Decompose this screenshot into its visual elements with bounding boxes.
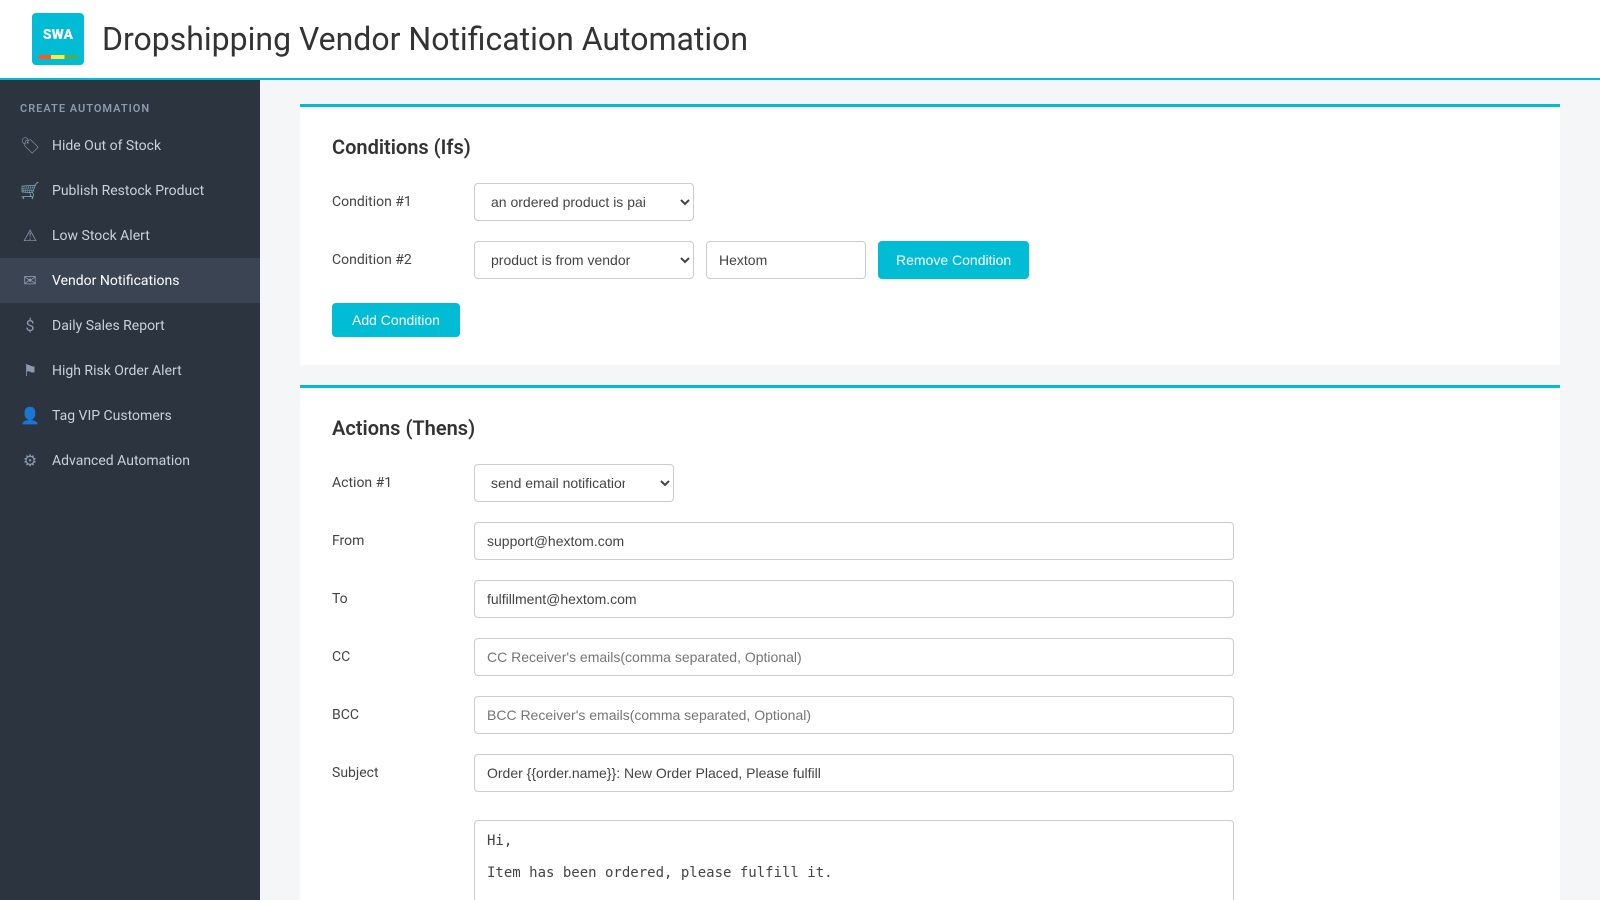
from-label: From [332,533,462,549]
subject-label: Subject [332,765,462,781]
sidebar-item-low-stock-alert[interactable]: ⚠ Low Stock Alert [0,213,260,258]
condition-2-row: Condition #2 product is from vendor prod… [332,241,1528,279]
cc-label: CC [332,649,462,665]
sidebar: CREATE AUTOMATION 🏷 Hide Out of Stock 🛒 … [0,80,260,900]
to-input[interactable] [474,580,1234,618]
action-1-select[interactable]: send email notification send SMS notific… [474,464,674,502]
logo-text: SWA [43,28,73,42]
condition-2-select[interactable]: product is from vendor product tag conta… [474,241,694,279]
sidebar-item-high-risk-order-alert[interactable]: ⚑ High Risk Order Alert [0,348,260,393]
condition-1-row: Condition #1 an ordered product is paid … [332,183,1528,221]
from-input[interactable] [474,522,1234,560]
conditions-title: Conditions (Ifs) [332,135,1528,159]
sidebar-item-label: Advanced Automation [52,453,190,469]
subject-row: Subject [332,754,1528,792]
bcc-row: BCC [332,696,1528,734]
sidebar-item-vendor-notifications[interactable]: ✉ Vendor Notifications [0,258,260,303]
to-row: To [332,580,1528,618]
sidebar-item-publish-restock[interactable]: 🛒 Publish Restock Product [0,168,260,213]
condition-1-label: Condition #1 [332,194,462,210]
vendor-input[interactable] [706,241,866,279]
body-textarea[interactable] [474,820,1234,900]
from-row: From [332,522,1528,560]
sidebar-item-daily-sales-report[interactable]: $ Daily Sales Report [0,303,260,348]
header: SWA Dropshipping Vendor Notification Aut… [0,0,1600,80]
sidebar-item-tag-vip-customers[interactable]: 👤 Tag VIP Customers [0,393,260,438]
body-row [332,812,1528,900]
action-1-row: Action #1 send email notification send S… [332,464,1528,502]
dollar-icon: $ [20,316,40,335]
sidebar-item-label: Publish Restock Product [52,183,204,199]
condition-1-select[interactable]: an ordered product is paid an ordered pr… [474,183,694,221]
bcc-label: BCC [332,707,462,723]
app-logo: SWA [32,13,84,65]
conditions-section: Conditions (Ifs) Condition #1 an ordered… [300,104,1560,365]
cart-icon: 🛒 [20,181,40,200]
condition-2-label: Condition #2 [332,252,462,268]
tag-icon: 🏷 [20,136,40,155]
actions-section: Actions (Thens) Action #1 send email not… [300,385,1560,900]
sidebar-item-label: Daily Sales Report [52,318,165,334]
sidebar-item-label: Hide Out of Stock [52,138,161,154]
main-content: Conditions (Ifs) Condition #1 an ordered… [260,80,1600,900]
cc-row: CC [332,638,1528,676]
logo-bar [38,55,78,59]
sidebar-item-advanced-automation[interactable]: ⚙ Advanced Automation [0,438,260,483]
sidebar-item-label: Low Stock Alert [52,228,150,244]
sidebar-item-label: High Risk Order Alert [52,363,182,379]
sidebar-section-label: CREATE AUTOMATION [0,88,260,123]
cc-input[interactable] [474,638,1234,676]
sidebar-item-hide-out-of-stock[interactable]: 🏷 Hide Out of Stock [0,123,260,168]
warning-icon: ⚠ [20,226,40,245]
sidebar-item-label: Tag VIP Customers [52,408,172,424]
action-1-label: Action #1 [332,475,462,491]
actions-title: Actions (Thens) [332,416,1528,440]
mail-icon: ✉ [20,271,40,290]
remove-condition-button[interactable]: Remove Condition [878,241,1029,279]
flag-icon: ⚑ [20,361,40,380]
subject-input[interactable] [474,754,1234,792]
user-icon: 👤 [20,406,40,425]
page-title: Dropshipping Vendor Notification Automat… [102,20,748,58]
app-layout: CREATE AUTOMATION 🏷 Hide Out of Stock 🛒 … [0,80,1600,900]
gear-icon: ⚙ [20,451,40,470]
body-label [332,812,462,822]
add-condition-button[interactable]: Add Condition [332,303,460,337]
bcc-input[interactable] [474,696,1234,734]
to-label: To [332,591,462,607]
sidebar-item-label: Vendor Notifications [52,273,179,289]
